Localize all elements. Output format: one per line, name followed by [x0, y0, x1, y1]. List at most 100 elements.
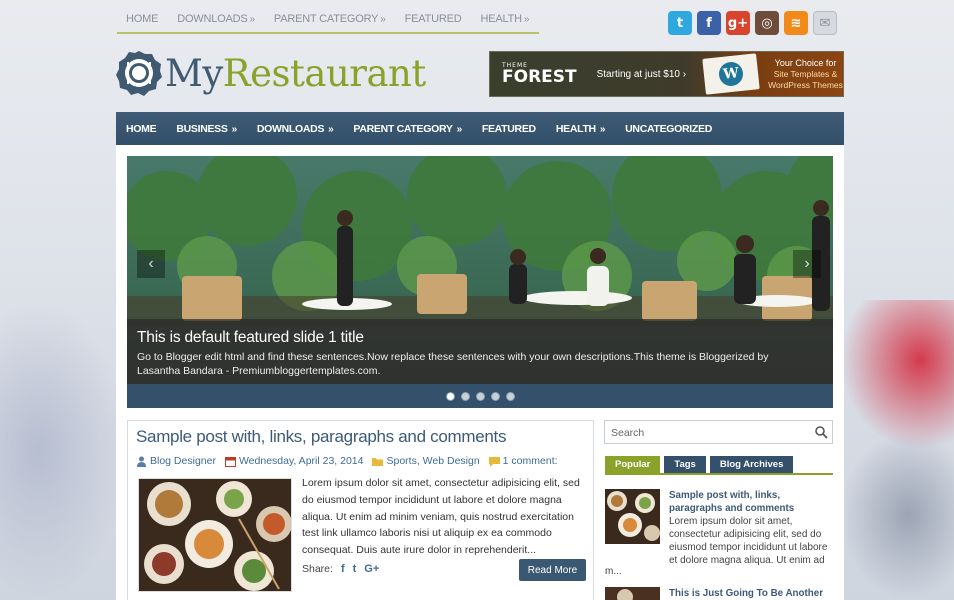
main-nav-item-label: BUSINESS	[176, 122, 228, 135]
popular-post-thumbnail[interactable]	[605, 587, 660, 600]
food-photo	[139, 479, 291, 591]
top-nav-item-label: DOWNLOADS	[177, 13, 248, 25]
search-input[interactable]: Search	[611, 427, 644, 439]
post-thumbnail[interactable]	[138, 478, 292, 592]
banner-right-line3: WordPress Themes	[768, 79, 843, 90]
sidebar-tab[interactable]: Blog Archives	[709, 456, 794, 473]
post-labels[interactable]: Sports, Web Design	[386, 455, 479, 467]
top-nav-item[interactable]: DOWNLOADS»	[168, 8, 265, 32]
sidebar-tab[interactable]: Popular	[605, 456, 661, 473]
slide-title[interactable]: This is default featured slide 1 title	[137, 329, 364, 347]
banner-right-line1: Your Choice for	[774, 57, 837, 68]
main-nav-item[interactable]: HOME	[116, 123, 166, 135]
main-nav-item-label: HEALTH	[555, 122, 596, 135]
submenu-arrow-icon: »	[523, 14, 530, 25]
slider-dot[interactable]	[505, 391, 515, 401]
author-icon	[137, 456, 146, 467]
themeforest-banner-ad[interactable]: THEME FOREST Starting at just $10 › W You…	[489, 51, 844, 97]
main-nav-item[interactable]: DOWNLOADS»	[247, 123, 344, 135]
calendar-icon	[224, 456, 236, 467]
comment-icon	[488, 456, 500, 467]
wordpress-icon: W	[717, 60, 745, 88]
post-excerpt: Lorem ipsum dolor sit amet, consectetur …	[302, 477, 580, 557]
instagram-icon[interactable]: ◎	[755, 11, 779, 35]
top-nav-item-label: PARENT CATEGORY	[273, 13, 379, 25]
slide-description: Go to Blogger edit html and find these s…	[137, 351, 769, 377]
search-icon[interactable]	[814, 425, 828, 439]
top-nav-item[interactable]: PARENT CATEGORY»	[265, 8, 396, 32]
banner-brand: FOREST	[502, 66, 577, 87]
popular-post-2[interactable]: This is Just Going To Be Another	[605, 587, 833, 600]
post-comments-link[interactable]: 1 comment:	[503, 455, 558, 467]
logo-part-my: My	[165, 51, 223, 95]
popular-post-title[interactable]: Sample post with, links, paragraphs and …	[669, 489, 834, 515]
share-label: Share:	[302, 563, 333, 575]
main-nav-item-label: PARENT CATEGORY	[353, 122, 453, 135]
slider-pagination	[127, 384, 833, 408]
main-nav-item[interactable]: HEALTH»	[546, 123, 615, 135]
slide-caption: This is default featured slide 1 title G…	[127, 319, 833, 384]
plate-emblem-icon	[116, 51, 162, 96]
site-logo[interactable]: MyRestaurant	[116, 50, 426, 96]
folder-icon	[372, 457, 384, 466]
slider-next-arrow[interactable]: ›	[793, 250, 821, 278]
share-bar: Share: f t G+	[302, 563, 379, 575]
sidebar-tabs: Popular Tags Blog Archives	[605, 456, 794, 473]
featured-slider: ‹ › This is default featured slide 1 tit…	[127, 156, 833, 408]
wordpress-box-graphic: W	[702, 53, 760, 95]
submenu-arrow-icon: »	[456, 123, 463, 135]
top-nav: HOME DOWNLOADS» PARENT CATEGORY» FEATURED HE…	[117, 8, 540, 34]
email-icon[interactable]: ✉	[813, 11, 837, 35]
main-nav-item[interactable]: BUSINESS»	[166, 123, 247, 135]
slider-prev-arrow[interactable]: ‹	[137, 250, 165, 278]
top-nav-item-label: HEALTH	[480, 13, 523, 25]
top-nav-item[interactable]: FEATURED	[396, 8, 472, 32]
top-nav-item[interactable]: HEALTH»	[472, 8, 540, 32]
sidebar-tab[interactable]: Tags	[664, 456, 706, 473]
twitter-icon[interactable]: t	[668, 11, 692, 35]
post-author[interactable]: Blog Designer	[150, 455, 216, 467]
background-blur-red	[840, 300, 954, 450]
top-nav-item-label: HOME	[126, 13, 159, 25]
read-more-button[interactable]: Read More	[519, 559, 586, 581]
slider-dot[interactable]	[460, 391, 470, 401]
banner-tagline: Starting at just $10 ›	[596, 68, 687, 80]
popular-post-thumbnail[interactable]	[605, 489, 660, 544]
submenu-arrow-icon: »	[380, 14, 386, 25]
main-nav-item[interactable]: PARENT CATEGORY»	[343, 123, 471, 135]
main-nav-item[interactable]: FEATURED	[472, 123, 546, 135]
food-photo-small	[605, 489, 660, 544]
twitter-share-icon[interactable]: t	[353, 563, 357, 575]
social-icons: t f g+ ◎ ≋ ✉	[668, 11, 837, 35]
popular-post-title[interactable]: This is Just Going To Be Another	[669, 587, 833, 600]
slider-dot[interactable]	[445, 391, 455, 401]
top-nav-item[interactable]: HOME	[117, 8, 168, 32]
background-blur-right	[840, 430, 954, 600]
main-nav-item-label: HOME	[126, 122, 157, 135]
banner-right-line2: Site Templates &	[773, 68, 838, 79]
rss-icon[interactable]: ≋	[784, 11, 808, 35]
post-title[interactable]: Sample post with, links, paragraphs and …	[136, 427, 506, 447]
main-nav-item-label: DOWNLOADS	[256, 122, 325, 135]
popular-post-1[interactable]: Sample post with, links, paragraphs and …	[605, 489, 833, 579]
main-nav-item[interactable]: UNCATEGORIZED	[615, 123, 722, 135]
google-plus-share-icon[interactable]: G+	[364, 563, 379, 575]
search-box[interactable]: Search	[604, 420, 833, 444]
banner-right-text: Your Choice for Site Templates & WordPre…	[768, 58, 843, 91]
main-nav-item-label: FEATURED	[481, 122, 536, 135]
slider-dot[interactable]	[490, 391, 500, 401]
site-title: MyRestaurant	[165, 52, 426, 95]
food-photo-small	[605, 587, 660, 600]
submenu-arrow-icon: »	[249, 14, 256, 25]
slider-dot[interactable]	[475, 391, 485, 401]
main-nav-item-label: UNCATEGORIZED	[625, 122, 713, 135]
themeforest-logo: THEME FOREST	[502, 62, 577, 87]
facebook-icon[interactable]: f	[697, 11, 721, 35]
popular-post-excerpt: Lorem ipsum dolor sit amet, consectetur …	[669, 516, 828, 566]
facebook-share-icon[interactable]: f	[341, 563, 345, 575]
google-plus-icon[interactable]: g+	[726, 11, 750, 35]
post-card: Sample post with, links, paragraphs and …	[127, 420, 594, 600]
submenu-arrow-icon: »	[599, 123, 606, 135]
post-date: Wednesday, April 23, 2014	[238, 455, 364, 467]
main-nav: HOME BUSINESS» DOWNLOADS» PARENT CATEGORY» F…	[116, 112, 844, 145]
